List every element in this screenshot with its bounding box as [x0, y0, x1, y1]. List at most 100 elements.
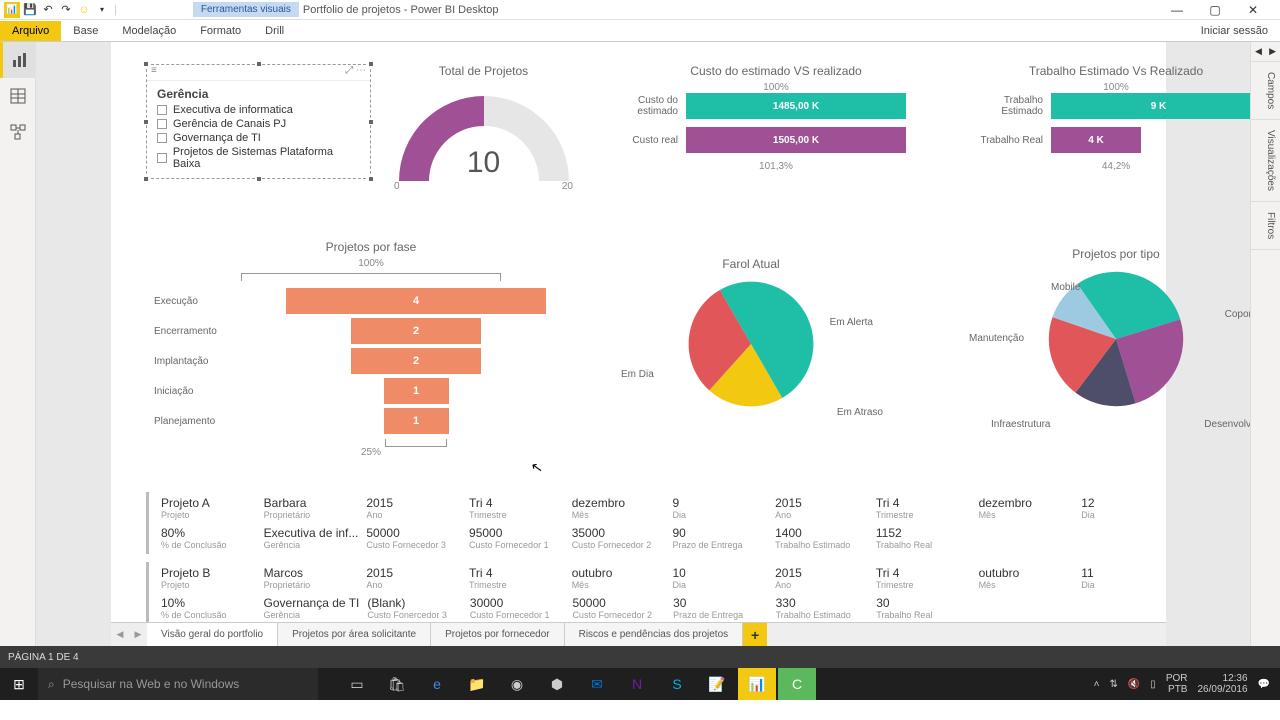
pie2-lbl-mobile: Mobile: [1051, 282, 1080, 293]
ribbon-tab-arquivo[interactable]: Arquivo: [0, 21, 61, 41]
funnel-bar: 1: [384, 408, 449, 434]
bar-label: Trabalho Real: [961, 135, 1051, 146]
tray-battery-icon[interactable]: ▯: [1150, 679, 1156, 690]
funnel-bar: 4: [286, 288, 546, 314]
taskbar-camtasia-icon[interactable]: C: [778, 668, 816, 700]
slicer-more-icon[interactable]: ⋯: [356, 65, 366, 76]
checkbox-icon[interactable]: [157, 153, 167, 163]
card-cell: 330Trabalho Estimado: [776, 596, 869, 620]
chart-projetos-por-fase[interactable]: Projetos por fase 100% Execução4Encerram…: [146, 240, 596, 485]
slicer-item[interactable]: Executiva de informatica: [147, 103, 370, 117]
card-cell: 1152Trabalho Real: [876, 526, 971, 550]
taskbar-app1-icon[interactable]: ⬢: [538, 668, 576, 700]
slicer-item[interactable]: Governança de TI: [147, 131, 370, 145]
ribbon-tab-base[interactable]: Base: [61, 21, 110, 41]
taskbar-explorer-icon[interactable]: 📁: [458, 668, 496, 700]
tray-up-icon[interactable]: ˄: [1094, 679, 1100, 690]
chart-farol-atual[interactable]: Farol Atual Em Alerta Em Dia Em Atraso: [611, 257, 891, 467]
card-row: Projeto AProjetoBarbaraProprietário2015A…: [146, 492, 1146, 554]
slicer-focus-icon[interactable]: ⤢: [345, 65, 353, 76]
bar-label: Custo real: [596, 135, 686, 146]
model-view-button[interactable]: [0, 114, 36, 150]
card-cell: dezembroMês: [979, 496, 1074, 520]
redo-icon[interactable]: ↷: [58, 2, 74, 18]
report-view-button[interactable]: [0, 42, 36, 78]
funnel-title: Projetos por fase: [146, 240, 596, 254]
sign-in-button[interactable]: Iniciar sessão: [1189, 21, 1280, 41]
slicer-item[interactable]: Projetos de Sistemas Plataforma Baixa: [147, 145, 370, 171]
pane-visualizacoes[interactable]: Visualizações: [1251, 120, 1280, 202]
gauge-total-projetos[interactable]: Total de Projetos 10 020: [386, 64, 581, 229]
chart-custo-estimado-realizado[interactable]: Custo do estimado VS realizado 100% Cust…: [596, 64, 956, 172]
taskbar-onenote-icon[interactable]: N: [618, 668, 656, 700]
ribbon-tab-drill[interactable]: Drill: [253, 21, 296, 41]
tab-nav-prev[interactable]: ◀: [111, 623, 129, 646]
checkbox-icon[interactable]: [157, 133, 167, 143]
maximize-button[interactable]: ▢: [1200, 1, 1230, 19]
tray-lang[interactable]: PORPTB: [1166, 673, 1188, 695]
taskbar-notepad-icon[interactable]: 📝: [698, 668, 736, 700]
card-cell: BarbaraProprietário: [264, 496, 359, 520]
checkbox-icon[interactable]: [157, 119, 167, 129]
taskbar-skype-icon[interactable]: S: [658, 668, 696, 700]
data-view-button[interactable]: [0, 78, 36, 114]
search-placeholder: Pesquisar na Web e no Windows: [63, 677, 240, 691]
gauge-max: 20: [562, 181, 573, 192]
taskbar-edge-icon[interactable]: e: [418, 668, 456, 700]
ribbon-tab-modelacao[interactable]: Modelação: [110, 21, 188, 41]
undo-icon[interactable]: ↶: [40, 2, 56, 18]
status-page: PÁGINA 1 DE 4: [8, 652, 79, 663]
taskbar-chrome-icon[interactable]: ◉: [498, 668, 536, 700]
slicer-menu-icon[interactable]: ≡: [151, 65, 157, 80]
card-cell: Projeto BProjeto: [161, 566, 256, 590]
tray-notifications-icon[interactable]: 💬: [1258, 679, 1270, 690]
funnel-bottom: 25%: [146, 447, 596, 458]
tab-nav-next[interactable]: ▶: [129, 623, 147, 646]
expand-right-icon[interactable]: ▶: [1269, 46, 1276, 57]
close-button[interactable]: ✕: [1238, 1, 1268, 19]
task-view-icon[interactable]: ▭: [338, 668, 376, 700]
multi-row-cards[interactable]: Projeto AProjetoBarbaraProprietário2015A…: [146, 492, 1146, 632]
checkbox-icon[interactable]: [157, 105, 167, 115]
page-tab[interactable]: Projetos por fornecedor: [431, 623, 565, 646]
qat-dropdown-icon[interactable]: ▾: [94, 2, 110, 18]
card-cell: 2015Ano: [775, 566, 868, 590]
chart-projetos-por-tipo[interactable]: Projetos por tipo Mobile Coporativo Manu…: [951, 247, 1250, 457]
chart-trabalho-estimado-realizado[interactable]: Trabalho Estimado Vs Realizado 100% Trab…: [961, 64, 1250, 172]
pie1-lbl-atraso: Em Atraso: [837, 407, 883, 418]
start-button[interactable]: ⊞: [0, 668, 38, 700]
slicer-item[interactable]: Gerência de Canais PJ: [147, 117, 370, 131]
slicer-gerencia[interactable]: ≡ ⤢ ⋯ Gerência Executiva de informaticaG…: [146, 64, 371, 179]
smile-icon[interactable]: ☺: [76, 2, 92, 18]
taskbar-store-icon[interactable]: 🛍: [378, 668, 416, 700]
canvas-area: ≡ ⤢ ⋯ Gerência Executiva de informaticaG…: [36, 42, 1250, 646]
taskbar-search[interactable]: ⌕Pesquisar na Web e no Windows: [38, 668, 318, 700]
report-canvas[interactable]: ≡ ⤢ ⋯ Gerência Executiva de informaticaG…: [111, 42, 1166, 646]
taskbar-powerbi-icon[interactable]: 📊: [738, 668, 776, 700]
taskbar-outlook-icon[interactable]: ✉: [578, 668, 616, 700]
page-tab[interactable]: Riscos e pendências dos projetos: [565, 623, 744, 646]
gauge-min: 0: [394, 181, 400, 192]
card-cell: Tri 4Trimestre: [876, 496, 971, 520]
add-page-button[interactable]: +: [743, 623, 767, 646]
tray-network-icon[interactable]: ⇅: [1109, 679, 1117, 690]
pane-campos[interactable]: Campos: [1251, 62, 1280, 120]
minimize-button[interactable]: —: [1162, 1, 1192, 19]
save-icon[interactable]: 💾: [22, 2, 38, 18]
pane-filtros[interactable]: Filtros: [1251, 202, 1280, 250]
card-cell: 35000Custo Fornecedor 2: [572, 526, 665, 550]
card-cell: 10Dia: [672, 566, 767, 590]
tray-clock[interactable]: 12:3626/09/2016: [1197, 673, 1247, 695]
card-cell: (Blank)Custo Fonercedor 3: [367, 596, 462, 620]
expand-left-icon[interactable]: ◀: [1255, 46, 1262, 57]
ribbon-tab-formato[interactable]: Formato: [188, 21, 253, 41]
page-tab[interactable]: Projetos por área solicitante: [278, 623, 431, 646]
bs2-top: 100%: [961, 82, 1250, 93]
funnel-top: 100%: [146, 258, 596, 269]
card-cell: 80%% de Conclusão: [161, 526, 256, 550]
card-cell: Tri 4Trimestre: [469, 566, 564, 590]
bar: 4 K: [1051, 127, 1141, 153]
page-tab[interactable]: Visão geral do portfolio: [147, 623, 278, 646]
tray-volume-icon[interactable]: 🔇: [1128, 679, 1140, 690]
pie2-title: Projetos por tipo: [951, 247, 1250, 261]
